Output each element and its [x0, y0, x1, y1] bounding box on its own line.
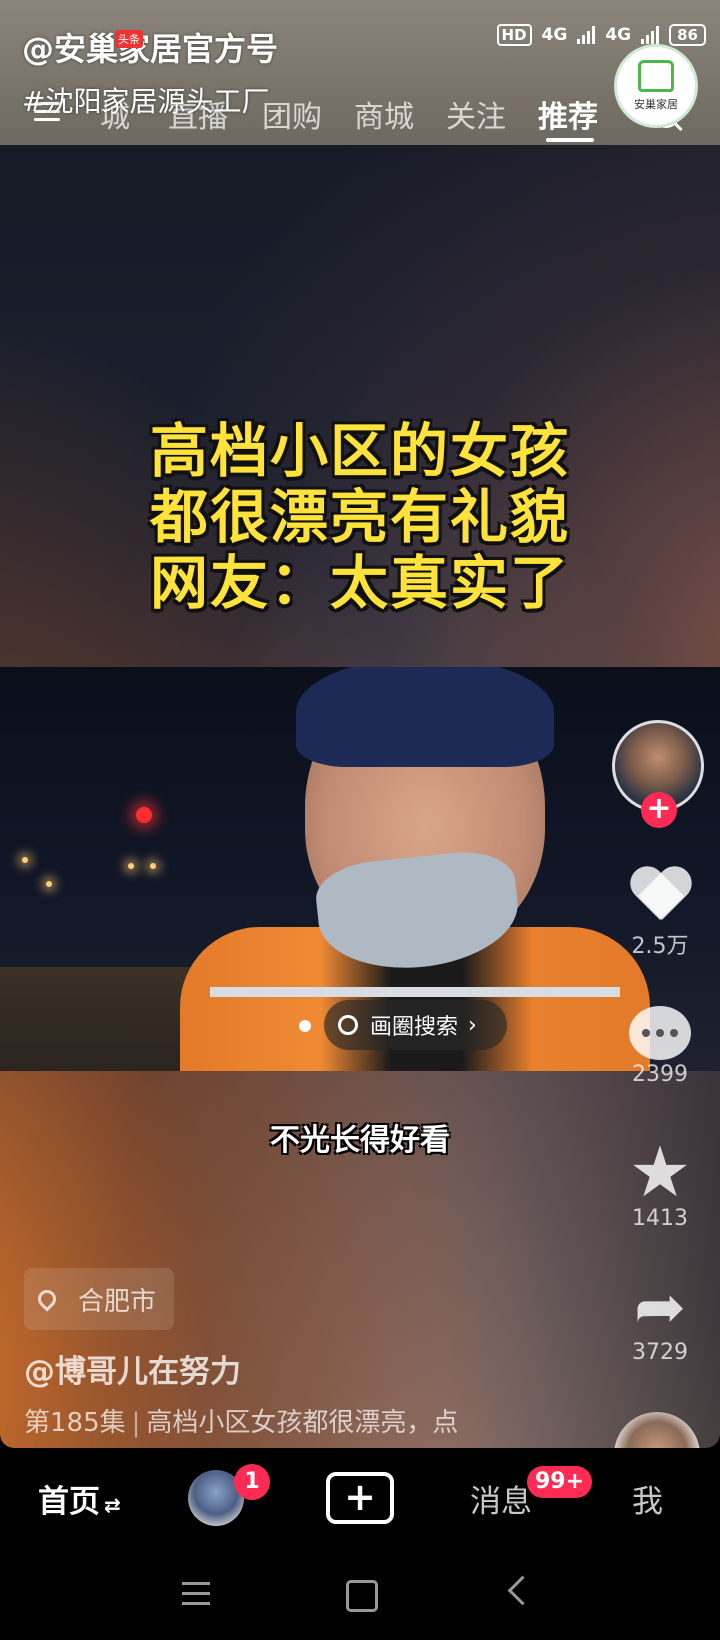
watermark-badge: 头条	[115, 30, 143, 48]
author-name[interactable]: @博哥儿在努力	[24, 1346, 241, 1391]
comment-icon	[629, 1006, 691, 1060]
location-tag[interactable]: 合肥市	[24, 1268, 175, 1330]
home-icon[interactable]	[346, 1580, 378, 1612]
messages-badge: 99+	[527, 1466, 593, 1498]
tab-shop[interactable]: 商城	[354, 92, 414, 136]
tab-group-buy[interactable]: 团购	[262, 92, 322, 136]
network-label: 4G	[541, 25, 568, 45]
description-text: 高档小区女孩都很漂亮，点	[146, 1408, 459, 1438]
tab-home[interactable]: 首页 ⇄	[38, 1476, 121, 1521]
follow-button[interactable]: +	[641, 792, 677, 828]
like-button[interactable]: 2.5万	[612, 868, 708, 960]
video-title-overlay: 高档小区的女孩 都很漂亮有礼貌 网友：太真实了	[0, 418, 720, 616]
tab-home-label: 首页	[38, 1484, 100, 1520]
street-light	[46, 881, 52, 887]
image-indicator-dot	[299, 1020, 311, 1032]
network-label: 4G	[605, 25, 632, 45]
street-light	[150, 863, 156, 869]
battery-indicator: 86	[669, 24, 706, 46]
title-line: 高档小区的女孩	[149, 417, 570, 485]
tab-following[interactable]: 关注	[446, 92, 506, 136]
heart-icon	[628, 868, 692, 926]
person-helmet	[296, 667, 554, 767]
favorite-count: 1413	[632, 1206, 688, 1231]
like-count: 2.5万	[631, 934, 689, 959]
video-player[interactable]: 高档小区的女孩 都很漂亮有礼貌 网友：太真实了 画圈搜索 › 不光长得好看 + …	[0, 0, 720, 1448]
tab-messages[interactable]: 消息	[470, 1476, 532, 1521]
street-light	[22, 857, 28, 863]
location-pin-icon	[34, 1286, 60, 1312]
brand-logo: 安巢家居	[614, 44, 698, 128]
watermark-hashtag: #沈阳家居源头工厂	[22, 85, 270, 118]
location-label: 合肥市	[78, 1286, 157, 1317]
hd-indicator: HD	[496, 24, 532, 46]
star-icon: ★	[628, 1131, 692, 1213]
signal-icon	[577, 26, 596, 44]
signal-icon	[641, 26, 660, 44]
watermark-account: @安巢家居官方号	[22, 30, 279, 68]
video-description[interactable]: 第185集 | 高档小区女孩都很漂亮，点	[24, 1402, 458, 1439]
comment-button[interactable]: 2399	[612, 1006, 708, 1087]
house-icon	[638, 60, 674, 92]
street-light	[128, 863, 134, 869]
music-disc-avatar[interactable]	[614, 1412, 700, 1448]
tab-me[interactable]: 我	[632, 1476, 663, 1521]
recent-apps-icon[interactable]	[182, 1582, 210, 1612]
share-button[interactable]: ➦ 3729	[612, 1270, 708, 1366]
jacket-stripe	[210, 987, 620, 997]
circle-search-button[interactable]: 画圈搜索 ›	[324, 1000, 507, 1050]
friends-badge: 1	[234, 1464, 270, 1500]
title-line: 都很漂亮有礼貌	[149, 483, 570, 551]
logo-text: 安巢家居	[634, 98, 678, 111]
circle-search-label: 画圈搜索	[370, 1015, 459, 1040]
title-line: 网友：太真实了	[149, 549, 570, 617]
active-tab-underline	[546, 138, 594, 142]
switch-arrows-icon: ⇄	[104, 1493, 121, 1517]
favorite-button[interactable]: ★ 1413	[612, 1131, 708, 1231]
status-bar: HD 4G 4G 86	[496, 24, 706, 46]
share-icon: ➦	[634, 1270, 686, 1343]
tab-recommend[interactable]: 推荐	[538, 92, 598, 136]
chevron-right-icon: ›	[468, 1012, 477, 1038]
traffic-red-light	[136, 807, 152, 823]
create-button[interactable]: +	[326, 1472, 394, 1524]
share-count: 3729	[632, 1340, 688, 1365]
episode-label: 第185集	[24, 1408, 126, 1438]
comment-count: 2399	[632, 1062, 688, 1087]
circle-search-icon	[338, 1015, 358, 1035]
